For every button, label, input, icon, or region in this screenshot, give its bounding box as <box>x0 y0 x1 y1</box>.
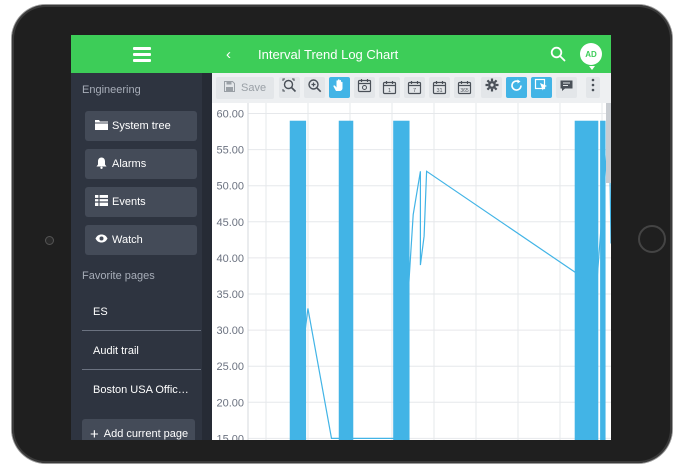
more-vertical-icon <box>591 78 595 97</box>
list-icon <box>94 195 108 209</box>
data-bar <box>600 120 606 440</box>
page-title: Interval Trend Log Chart <box>258 46 399 62</box>
hamburger-menu-icon[interactable] <box>132 47 151 62</box>
zoom-fit-button[interactable] <box>279 77 300 98</box>
eye-icon <box>94 234 108 246</box>
more-options-button[interactable] <box>586 77 600 98</box>
calendar-365-days-text: 365 <box>460 88 469 94</box>
chart-scrollbar-thumb <box>606 103 611 183</box>
back-chevron-icon[interactable]: ‹ <box>226 46 242 63</box>
camera-dot <box>45 236 54 245</box>
main-panel: ‹ Interval Trend Log Chart AD Save 1 7 3… <box>212 35 611 440</box>
floppy-disk-icon <box>224 81 235 95</box>
data-bar <box>338 120 354 440</box>
data-bar <box>393 120 410 440</box>
save-label: Save <box>241 82 267 94</box>
pan-hand-icon <box>332 78 347 98</box>
calendar-7-days-button[interactable]: 7 <box>404 77 425 98</box>
engineering-label: Engineering <box>82 84 141 96</box>
system-tree-label: System tree <box>112 120 171 132</box>
settings-button[interactable] <box>481 77 502 98</box>
select-button[interactable] <box>531 77 552 98</box>
pan-button[interactable] <box>329 77 350 98</box>
calendar-365-days-button[interactable]: 365 <box>454 77 475 98</box>
chart-svg[interactable]: 60.00 55.00 50.00 45.00 40.00 35.00 30.00 25.00… <box>212 103 611 440</box>
save-button[interactable]: Save <box>216 77 274 99</box>
top-bar: ‹ Interval Trend Log Chart AD <box>212 35 611 73</box>
y-tick-label: 40.00 <box>216 253 244 265</box>
zoom-fit-icon <box>282 78 297 98</box>
calendar-1-day-text: 1 <box>388 88 391 94</box>
y-tick-label: 25.00 <box>216 361 244 373</box>
y-tick-label: 60.00 <box>216 109 244 121</box>
trend-chart[interactable]: 60.00 55.00 50.00 45.00 40.00 35.00 30.00 25.00… <box>212 103 611 440</box>
y-tick-label: 30.00 <box>216 325 244 337</box>
refresh-button[interactable] <box>506 77 527 98</box>
y-tick-label: 55.00 <box>216 145 244 157</box>
calendar-31-days-text: 31 <box>436 88 442 94</box>
calendar-31-days-icon: 31 <box>432 81 447 95</box>
folder-icon <box>94 119 108 133</box>
refresh-icon <box>509 78 524 98</box>
y-tick-label: 20.00 <box>216 397 244 409</box>
alarms-button[interactable]: Alarms <box>85 149 197 179</box>
select-cursor-icon <box>534 78 549 98</box>
calendar-today-button[interactable] <box>354 77 375 98</box>
watch-button[interactable]: Watch <box>85 225 197 255</box>
events-button[interactable]: Events <box>85 187 197 217</box>
calendar-today-icon <box>357 78 372 98</box>
alarms-label: Alarms <box>112 158 147 170</box>
comment-button[interactable] <box>556 77 577 98</box>
zoom-in-button[interactable] <box>304 77 325 98</box>
avatar[interactable]: AD <box>580 43 602 65</box>
plus-icon: + <box>90 425 99 441</box>
favorite-audit-trail[interactable]: Audit trail <box>82 332 201 370</box>
comment-icon <box>559 78 574 98</box>
y-tick-label: 45.00 <box>216 217 244 229</box>
add-current-page-button[interactable]: + Add current page <box>82 419 195 440</box>
zoom-in-icon <box>307 78 322 98</box>
favorite-pages-label: Favorite pages <box>82 270 155 282</box>
chart-toolbar: Save 1 7 31 365 <box>212 73 611 104</box>
search-icon[interactable] <box>550 46 566 62</box>
calendar-1-day-button[interactable]: 1 <box>379 77 400 98</box>
y-tick-label: 50.00 <box>216 181 244 193</box>
app-screen: Engineering System tree Alarms Events Wa… <box>71 35 611 440</box>
home-button[interactable] <box>638 225 666 253</box>
y-tick-label: 15.00 <box>216 433 244 440</box>
menu-bar <box>71 35 212 73</box>
data-bar <box>289 120 307 440</box>
watch-label: Watch <box>112 234 143 246</box>
avatar-dropdown-caret <box>589 66 595 70</box>
sidebar: Engineering System tree Alarms Events Wa… <box>71 35 212 440</box>
favorite-es[interactable]: ES <box>82 293 201 331</box>
y-tick-label: 35.00 <box>216 289 244 301</box>
calendar-1-day-icon: 1 <box>382 81 397 95</box>
favorite-boston-office[interactable]: Boston USA Offic… <box>82 371 201 409</box>
add-current-page-label: Add current page <box>103 428 189 440</box>
calendar-7-days-icon: 7 <box>407 81 422 95</box>
events-label: Events <box>112 196 146 208</box>
system-tree-button[interactable]: System tree <box>85 111 197 141</box>
settings-gear-icon <box>485 78 499 97</box>
sidebar-scrollbar[interactable] <box>202 73 212 440</box>
bell-icon <box>94 157 108 172</box>
calendar-7-days-text: 7 <box>413 88 416 94</box>
calendar-31-days-button[interactable]: 31 <box>429 77 450 98</box>
calendar-365-days-icon: 365 <box>457 81 472 95</box>
